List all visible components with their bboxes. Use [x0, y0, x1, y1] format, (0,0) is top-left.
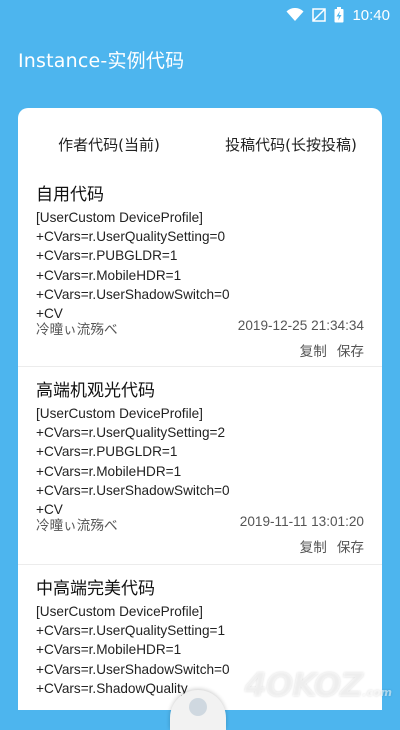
status-time: 10:40: [352, 6, 390, 24]
tab-author-code[interactable]: 作者代码(当前): [18, 132, 200, 155]
tab-submitted-code[interactable]: 投稿代码(长按投稿): [200, 132, 382, 155]
entry-title: 自用代码: [36, 185, 104, 205]
app-title: Instance-实例代码: [18, 50, 185, 72]
entry-author: 冷曈ぃ流殇べ: [36, 518, 118, 534]
entry-code: [UserCustom DeviceProfile] +CVars=r.User…: [36, 406, 230, 518]
entry-code: [UserCustom DeviceProfile] +CVars=r.User…: [36, 210, 230, 322]
status-icons: 10:40: [286, 4, 390, 26]
entry-title: 中高端完美代码: [36, 579, 155, 599]
code-card: 作者代码(当前) 投稿代码(长按投稿) 自用代码 [UserCustom Dev…: [18, 108, 382, 710]
save-button[interactable]: 保存: [337, 536, 364, 556]
copy-button[interactable]: 复制: [300, 340, 327, 360]
wifi-icon: [286, 8, 304, 21]
entry-author: 冷曈ぃ流殇べ: [36, 322, 118, 338]
entry-actions: 复制 保存: [300, 536, 364, 556]
battery-charging-icon: [334, 7, 344, 23]
copy-button[interactable]: 复制: [300, 536, 327, 556]
tab-bar: 作者代码(当前) 投稿代码(长按投稿): [18, 108, 382, 178]
user-icon: [189, 698, 207, 716]
entry-title: 高端机观光代码: [36, 381, 155, 401]
watermark-logo: 4OKOZ.com: [244, 666, 392, 704]
list-item[interactable]: 自用代码 [UserCustom DeviceProfile] +CVars=r…: [18, 180, 382, 367]
no-signal-icon: [312, 8, 327, 22]
entry-actions: 复制 保存: [300, 340, 364, 360]
entry-date: 2019-11-11 13:01:20: [239, 514, 364, 529]
save-button[interactable]: 保存: [337, 340, 364, 360]
status-bar: 10:40: [0, 0, 400, 30]
list-item[interactable]: 高端机观光代码 [UserCustom DeviceProfile] +CVar…: [18, 376, 382, 565]
entry-code: [UserCustom DeviceProfile] +CVars=r.User…: [36, 604, 230, 696]
entry-date: 2019-12-25 21:34:34: [237, 318, 364, 333]
